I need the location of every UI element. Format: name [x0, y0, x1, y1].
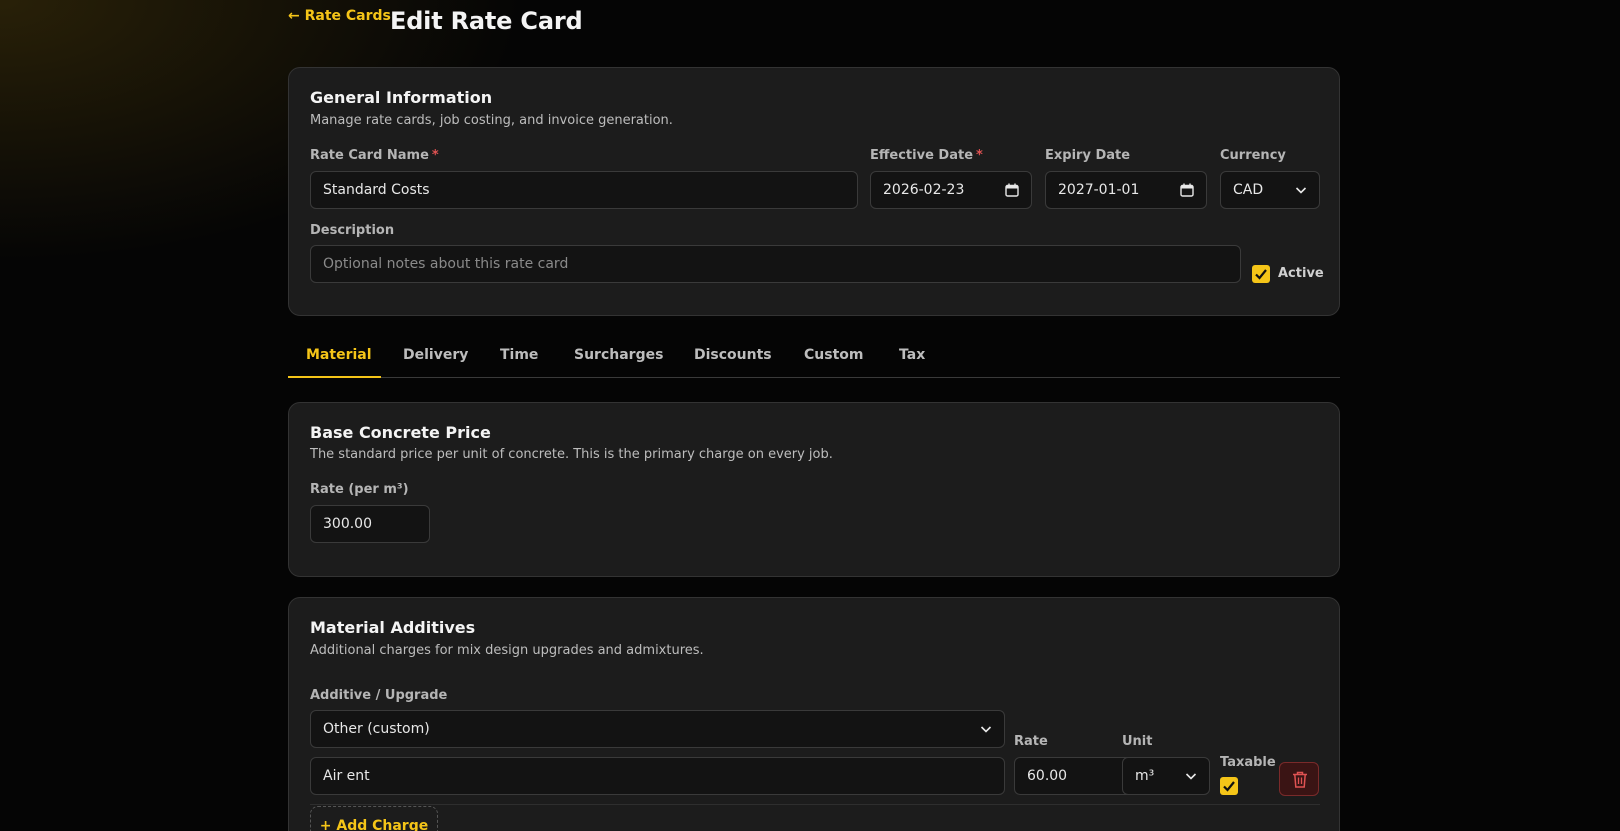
- calendar-icon[interactable]: [1005, 183, 1019, 197]
- description-label: Description: [310, 223, 395, 238]
- base-concrete-price-card: Base Concrete Price The standard price p…: [288, 402, 1340, 577]
- additive-value: Other (custom): [323, 721, 430, 737]
- expiry-date-input[interactable]: 2027-01-01: [1045, 171, 1207, 209]
- general-information-card: General Information Manage rate cards, j…: [288, 67, 1340, 316]
- expiry-date-value: 2027-01-01: [1058, 182, 1140, 198]
- rate-card-name-input[interactable]: Standard Costs: [310, 171, 858, 209]
- tab-material[interactable]: Material: [306, 347, 372, 363]
- taxable-label: Taxable: [1220, 755, 1276, 770]
- tab-discounts[interactable]: Discounts: [694, 347, 772, 363]
- rate-label: Rate (per m³): [310, 482, 409, 497]
- taxable-checkbox[interactable]: [1220, 777, 1238, 795]
- add-charge-button[interactable]: + Add Charge: [310, 806, 438, 831]
- rate-label: Rate: [1014, 734, 1048, 749]
- checkmark-icon: [1255, 269, 1267, 280]
- effective-date-label: Effective Date *: [870, 148, 983, 163]
- page-title: Edit Rate Card: [390, 7, 583, 35]
- effective-date-value: 2026-02-23: [883, 182, 965, 198]
- card-subtitle: The standard price per unit of concrete.…: [310, 447, 833, 462]
- active-tab-indicator: [288, 376, 381, 378]
- chevron-down-icon: [1185, 773, 1197, 780]
- unit-select[interactable]: m³: [1122, 757, 1210, 795]
- tab-tax[interactable]: Tax: [899, 347, 925, 363]
- back-link[interactable]: ← Rate Cards: [288, 8, 391, 24]
- active-checkbox[interactable]: [1252, 265, 1270, 283]
- page: ← Rate Cards Edit Rate Card General Info…: [288, 0, 1340, 831]
- card-subtitle: Manage rate cards, job costing, and invo…: [310, 113, 673, 128]
- additive-upgrade-label: Additive / Upgrade: [310, 688, 448, 703]
- unit-value: m³: [1135, 768, 1155, 784]
- currency-label: Currency: [1220, 148, 1286, 163]
- tab-surcharges[interactable]: Surcharges: [574, 347, 663, 363]
- tab-delivery[interactable]: Delivery: [403, 347, 468, 363]
- custom-name-input[interactable]: Air ent: [310, 757, 1005, 795]
- required-mark: *: [431, 148, 439, 163]
- checkmark-icon: [1223, 781, 1235, 792]
- material-additives-card: Material Additives Additional charges fo…: [288, 597, 1340, 831]
- expiry-date-label: Expiry Date: [1045, 148, 1131, 163]
- card-title: Base Concrete Price: [310, 423, 491, 442]
- chevron-down-icon: [980, 726, 992, 733]
- tab-time[interactable]: Time: [500, 347, 538, 363]
- trash-icon: [1293, 771, 1307, 788]
- calendar-icon[interactable]: [1180, 183, 1194, 197]
- card-title: Material Additives: [310, 618, 476, 637]
- unit-label: Unit: [1122, 734, 1153, 749]
- active-label: Active: [1278, 266, 1324, 281]
- description-input[interactable]: Optional notes about this rate card: [310, 245, 1241, 283]
- currency-select[interactable]: CAD: [1220, 171, 1320, 209]
- page-header: ← Rate Cards Edit Rate Card: [288, 0, 1340, 60]
- divider: [310, 804, 1320, 805]
- additive-rate-input[interactable]: 60.00: [1014, 757, 1132, 795]
- chevron-down-icon: [1295, 187, 1307, 194]
- required-mark: *: [976, 148, 983, 163]
- tab-custom[interactable]: Custom: [804, 347, 863, 363]
- currency-value: CAD: [1233, 182, 1264, 198]
- rate-card-name-label: Rate Card Name *: [310, 148, 439, 163]
- rate-card-tabs: Material Delivery Time Surcharges Discou…: [288, 340, 1340, 378]
- additive-select[interactable]: Other (custom): [310, 710, 1005, 748]
- card-subtitle: Additional charges for mix design upgrad…: [310, 643, 704, 658]
- delete-charge-button[interactable]: [1279, 762, 1319, 796]
- effective-date-input[interactable]: 2026-02-23: [870, 171, 1032, 209]
- card-title: General Information: [310, 88, 493, 107]
- base-rate-input[interactable]: 300.00: [310, 505, 430, 543]
